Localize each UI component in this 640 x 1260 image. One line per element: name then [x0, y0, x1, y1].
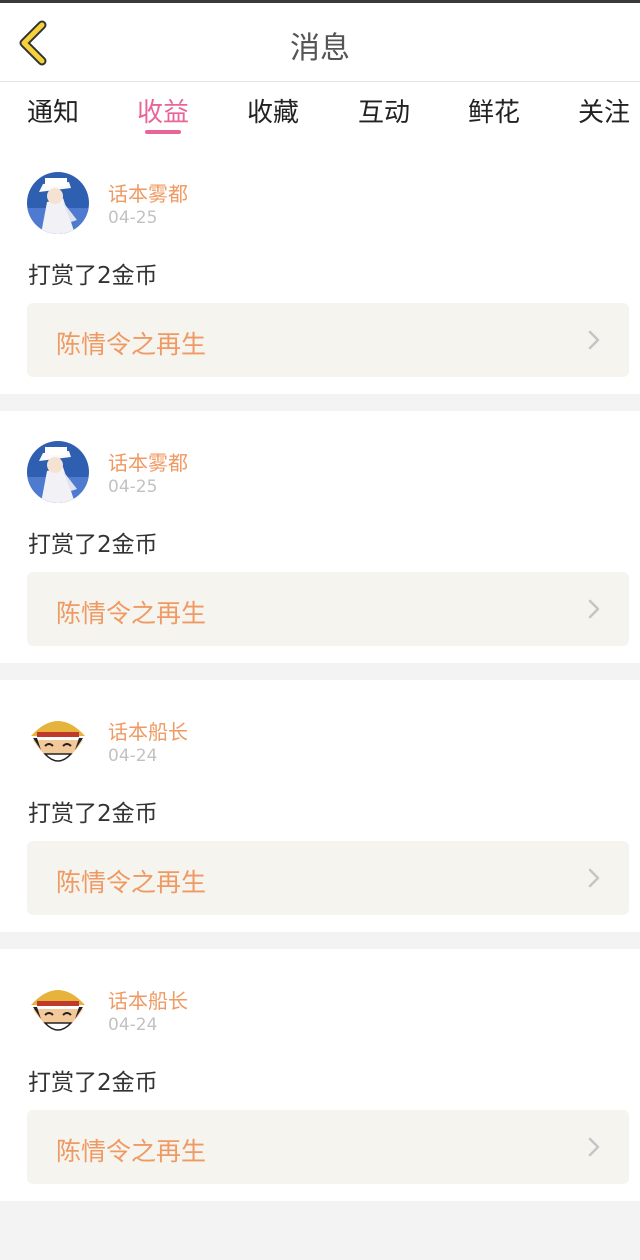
- chevron-right-icon: [588, 1137, 600, 1157]
- avatar[interactable]: [27, 979, 89, 1041]
- work-link[interactable]: 陈情令之再生: [27, 572, 629, 646]
- work-title: 陈情令之再生: [56, 1137, 207, 1166]
- tab-notice[interactable]: 通知: [27, 92, 79, 129]
- work-title: 陈情令之再生: [56, 868, 207, 897]
- message-card: 话本船长 04-24 打赏了2金币 陈情令之再生: [0, 949, 640, 1201]
- work-title: 陈情令之再生: [56, 599, 207, 628]
- avatar-detective-icon: [27, 172, 89, 234]
- message-card: 话本雾都 04-25 打赏了2金币 陈情令之再生: [0, 411, 640, 663]
- message-list: 话本雾都 04-25 打赏了2金币 陈情令之再生 话本雾都 04-25 打赏了2…: [0, 142, 640, 1218]
- username[interactable]: 话本船长: [108, 716, 188, 745]
- chevron-right-icon: [588, 868, 600, 888]
- tab-bar: 通知 收益 收藏 互动 鲜花 关注: [0, 82, 640, 142]
- tab-favorites[interactable]: 收藏: [247, 92, 299, 129]
- avatar-straw-hat-icon: [27, 710, 89, 772]
- top-bar: 消息: [0, 0, 640, 82]
- avatar[interactable]: [27, 710, 89, 772]
- message-card: 话本雾都 04-25 打赏了2金币 陈情令之再生: [0, 142, 640, 394]
- avatar[interactable]: [27, 172, 89, 234]
- active-tab-indicator: [145, 130, 181, 134]
- message-date: 04-25: [108, 208, 158, 228]
- message-action: 打赏了2金币: [28, 801, 158, 827]
- username[interactable]: 话本雾都: [108, 447, 188, 476]
- message-card: 话本船长 04-24 打赏了2金币 陈情令之再生: [0, 680, 640, 932]
- message-action: 打赏了2金币: [28, 263, 158, 289]
- avatar-detective-icon: [27, 441, 89, 503]
- avatar-straw-hat-icon: [27, 979, 89, 1041]
- tab-interaction[interactable]: 互动: [358, 92, 410, 129]
- page-title: 消息: [290, 31, 350, 66]
- message-action: 打赏了2金币: [28, 1070, 158, 1096]
- work-link[interactable]: 陈情令之再生: [27, 303, 629, 377]
- chevron-right-icon: [588, 330, 600, 350]
- username[interactable]: 话本雾都: [108, 178, 188, 207]
- username[interactable]: 话本船长: [108, 985, 188, 1014]
- work-link[interactable]: 陈情令之再生: [27, 841, 629, 915]
- tab-follow[interactable]: 关注: [578, 92, 630, 129]
- message-action: 打赏了2金币: [28, 532, 158, 558]
- work-link[interactable]: 陈情令之再生: [27, 1110, 629, 1184]
- tab-earnings[interactable]: 收益: [137, 92, 189, 129]
- message-date: 04-25: [108, 477, 158, 497]
- work-title: 陈情令之再生: [56, 330, 207, 359]
- tab-flowers[interactable]: 鲜花: [468, 92, 520, 129]
- message-date: 04-24: [108, 1015, 158, 1035]
- message-date: 04-24: [108, 746, 158, 766]
- avatar[interactable]: [27, 441, 89, 503]
- chevron-right-icon: [588, 599, 600, 619]
